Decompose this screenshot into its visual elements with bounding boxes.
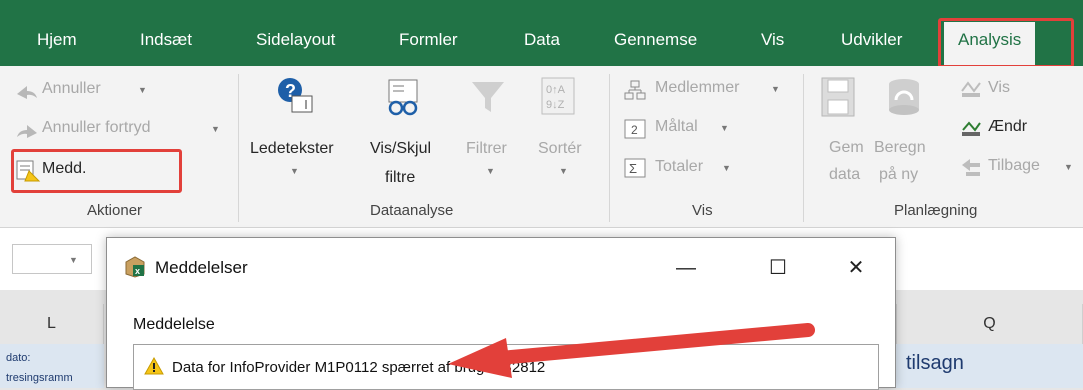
group-divider xyxy=(609,74,610,222)
tab-vis[interactable]: Vis xyxy=(761,30,784,50)
chevron-down-icon: ▼ xyxy=(211,124,220,134)
column-header-label: Q xyxy=(983,315,996,332)
save-label: Gem xyxy=(829,139,864,156)
cell-left[interactable]: dato: tresingsramm xyxy=(0,344,104,388)
tab-gennemse[interactable]: Gennemse xyxy=(614,30,697,50)
warning-icon xyxy=(144,357,164,375)
group-label-vis: Vis xyxy=(692,202,713,219)
measures-icon: 2 xyxy=(624,119,646,139)
recalculate-icon xyxy=(889,79,919,115)
cell-text: tresingsramm xyxy=(6,372,73,384)
messages-highlight xyxy=(11,149,182,193)
chevron-down-icon: ▼ xyxy=(138,85,147,95)
tab-indsaet[interactable]: Indsæt xyxy=(140,30,192,50)
measures-label: Måltal xyxy=(655,118,698,135)
show-filter-icon xyxy=(388,79,418,116)
column-header-label: L xyxy=(47,315,56,332)
recalc-label-2: på ny xyxy=(879,166,919,183)
close-button[interactable]: ✕ xyxy=(831,248,881,288)
cell-text: tilsagn xyxy=(906,352,964,374)
show-label: Vis xyxy=(988,79,1010,96)
tab-sidelayout[interactable]: Sidelayout xyxy=(256,30,335,50)
name-box[interactable]: ▼ xyxy=(12,244,92,274)
save-icon xyxy=(821,77,855,117)
minimize-button[interactable]: — xyxy=(661,248,711,288)
back-icon xyxy=(962,159,980,176)
filter-label: Filtrer xyxy=(466,140,507,157)
back-label: Tilbage xyxy=(988,157,1040,174)
members-icon xyxy=(624,80,646,100)
tab-udvikler[interactable]: Udvikler xyxy=(841,30,902,50)
save-label-2: data xyxy=(829,166,861,183)
totals-label: Totaler xyxy=(655,158,704,175)
dialog-title: Meddelelser xyxy=(155,258,248,277)
show-hide-label-2: filtre xyxy=(385,169,416,186)
ribbon-analysis: Annuller ▼ Annuller fortryd ▼ Medd. Akti… xyxy=(0,66,1083,228)
redo-label: Annuller fortryd xyxy=(42,119,151,136)
tab-formler[interactable]: Formler xyxy=(399,30,458,50)
excel-package-icon: x xyxy=(125,256,145,278)
show-icon xyxy=(961,81,981,97)
svg-text:Σ: Σ xyxy=(629,161,637,176)
svg-text:2: 2 xyxy=(631,123,638,137)
chevron-down-icon: ▼ xyxy=(722,163,731,173)
prompts-icon: ? xyxy=(278,78,313,113)
undo-icon xyxy=(17,86,37,99)
group-label-planlaegning: Planlægning xyxy=(894,202,978,219)
column-header-q[interactable]: Q xyxy=(896,304,1083,344)
prompts-label: Ledetekster xyxy=(250,140,334,157)
ribbon-tab-bar: Hjem Indsæt Sidelayout Formler Data Genn… xyxy=(0,0,1083,66)
group-label-aktioner: Aktioner xyxy=(87,202,143,219)
change-icon xyxy=(962,121,981,136)
svg-text:9↓Z: 9↓Z xyxy=(546,99,565,111)
chevron-down-icon: ▼ xyxy=(69,255,78,265)
message-column-label: Meddelelse xyxy=(133,316,215,333)
change-label: Ændr xyxy=(988,118,1028,135)
sort-icon: 0↑A 9↓Z xyxy=(541,77,575,115)
chevron-down-icon: ▼ xyxy=(771,84,780,94)
group-label-dataanalyse: Dataanalyse xyxy=(370,202,454,219)
sigma-icon: Σ xyxy=(624,158,646,178)
funnel-icon xyxy=(472,82,504,112)
group-divider xyxy=(238,74,239,222)
redo-icon xyxy=(17,125,37,138)
analysis-tab-highlight xyxy=(938,18,1074,68)
annotation-arrow xyxy=(448,323,815,378)
chevron-down-icon: ▼ xyxy=(290,166,299,176)
svg-text:x: x xyxy=(135,266,140,276)
cell-text: dato: xyxy=(6,352,31,364)
maximize-button[interactable]: ☐ xyxy=(753,248,803,288)
show-hide-label: Vis/Skjul xyxy=(370,140,432,157)
chevron-down-icon: ▼ xyxy=(720,123,729,133)
tab-hjem[interactable]: Hjem xyxy=(37,30,77,50)
chevron-down-icon: ▼ xyxy=(486,166,495,176)
tab-data[interactable]: Data xyxy=(524,30,560,50)
svg-text:0↑A: 0↑A xyxy=(546,84,566,96)
members-label: Medlemmer xyxy=(655,79,740,96)
undo-label: Annuller xyxy=(42,80,101,97)
chevron-down-icon: ▼ xyxy=(1064,162,1073,172)
column-header-l[interactable]: L xyxy=(0,304,104,344)
recalc-label: Beregn xyxy=(874,139,926,156)
sort-label: Sortér xyxy=(538,140,582,157)
group-divider xyxy=(803,74,804,222)
chevron-down-icon: ▼ xyxy=(559,166,568,176)
cell-right[interactable]: tilsagn xyxy=(896,344,1083,388)
